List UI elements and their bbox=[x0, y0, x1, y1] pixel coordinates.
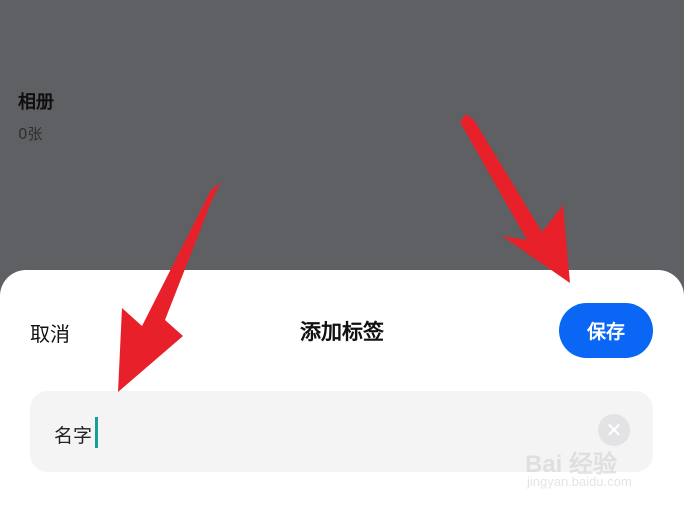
clear-input-button[interactable]: ✕ bbox=[598, 414, 630, 446]
text-caret bbox=[95, 417, 98, 448]
close-icon: ✕ bbox=[605, 418, 623, 442]
watermark: Bai 经验 jingyan.baidu.com bbox=[525, 451, 632, 489]
tag-name-value: 名字 bbox=[54, 425, 93, 447]
album-count: 0张 bbox=[18, 125, 43, 143]
save-button[interactable]: 保存 bbox=[559, 303, 653, 358]
album-title: 相册 bbox=[18, 92, 54, 113]
